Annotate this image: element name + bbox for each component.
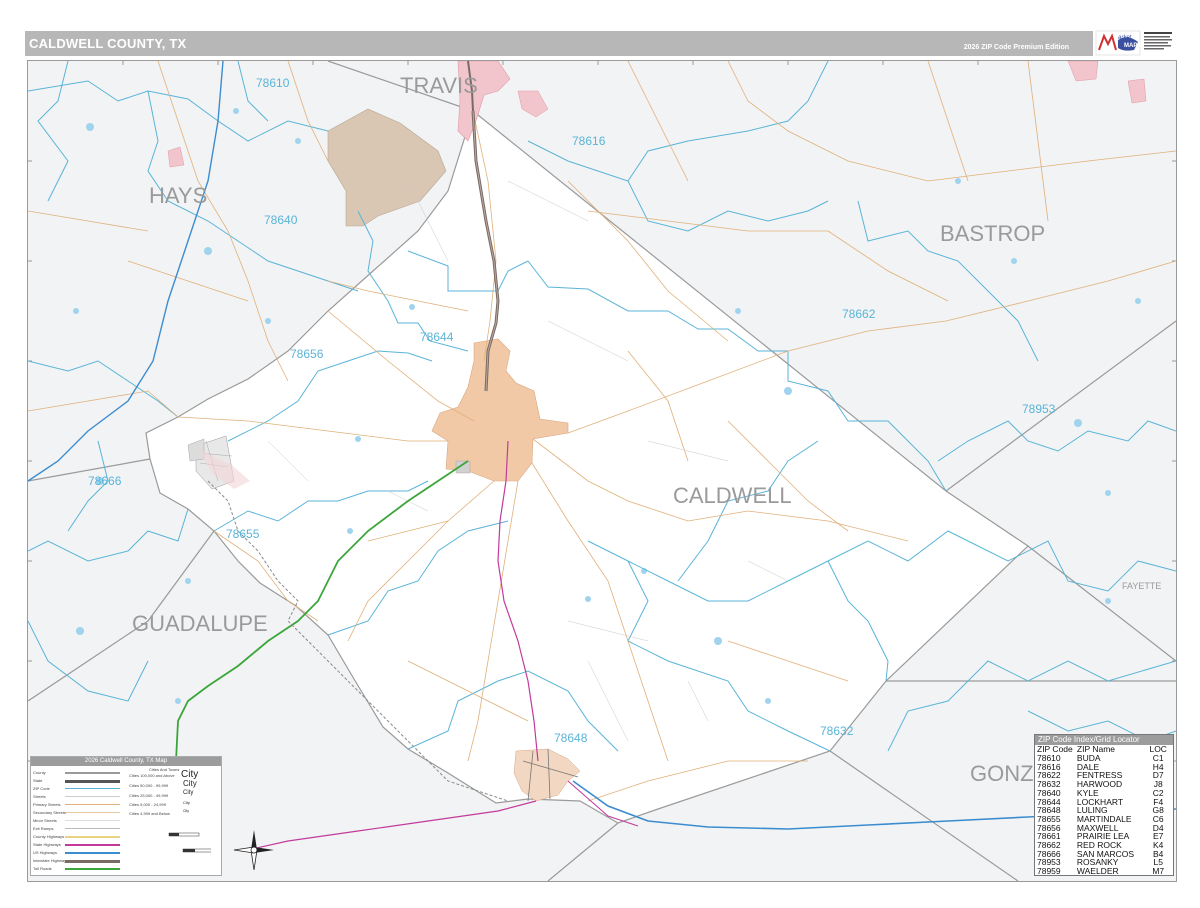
- zip-label-78632: 78632: [820, 724, 854, 738]
- page-title: CALDWELL COUNTY, TX: [29, 36, 187, 51]
- map-legend: 2026 Caldwell County, TX Map Cities And …: [30, 756, 222, 876]
- zip-label-78610: 78610: [256, 76, 290, 90]
- legend-line-secondary: [65, 812, 120, 813]
- legend-city-class-5: Cities 4,999 and Below: [129, 811, 170, 816]
- zip-label-78666: 78666: [88, 474, 122, 488]
- legend-row-secondary: Secondary Streets: [33, 810, 66, 815]
- north-arrow-icon: [233, 830, 274, 871]
- county-label-guadalupe: GUADALUPE: [132, 611, 268, 636]
- logo-icon: arket MAPS: [1095, 30, 1172, 56]
- legend-row-county-hwy: County Highways: [33, 834, 65, 839]
- legend-line-minor: [65, 820, 120, 821]
- title-bar: CALDWELL COUNTY, TX 2026 ZIP Code Premiu…: [25, 31, 1093, 56]
- zip-label-78644: 78644: [420, 330, 454, 344]
- zip-loc-cell: M7: [1152, 866, 1165, 877]
- county-label-caldwell: CALDWELL: [673, 483, 792, 508]
- legend-line-interstate: [65, 860, 120, 863]
- legend-line-county: [65, 772, 120, 774]
- county-label-bastrop: BASTROP: [940, 221, 1046, 246]
- legend-line-primary: [65, 804, 120, 805]
- legend-line-toll: [65, 868, 120, 870]
- legend-row-zip: ZIP Code: [33, 786, 50, 791]
- legend-row-state-hwy: State Highways: [33, 842, 61, 847]
- table-row: 78959 WAELDER M7: [1035, 867, 1173, 876]
- legend-line-exit: [65, 828, 120, 829]
- legend-line-state-hwy: [65, 844, 120, 846]
- svg-text:MAPS: MAPS: [1124, 43, 1141, 49]
- zip-code-index: ZIP Code Index/Grid Locator ZIP Code ZIP…: [1034, 734, 1174, 876]
- zip-label-78616: 78616: [572, 134, 606, 148]
- legend-line-county-hwy: [65, 836, 120, 838]
- legend-line-state: [65, 780, 120, 783]
- map-sheet: CALDWELL COUNTY, TX 2026 ZIP Code Premiu…: [0, 0, 1200, 908]
- zip-label-78655: 78655: [226, 527, 260, 541]
- legend-cities-header: Cities And Towns: [149, 767, 180, 772]
- zip-label-78953: 78953: [1022, 402, 1056, 416]
- legend-city-sample-3: City: [183, 790, 194, 796]
- legend-city-class-4: Cities 5,000 - 24,999: [129, 802, 166, 807]
- county-label-gonzales: GONZ: [970, 761, 1034, 786]
- zip-index-table: ZIP Code ZIP Name LOC 78610 BUDA C1 7861…: [1035, 745, 1173, 876]
- svg-text:arket: arket: [1118, 35, 1132, 41]
- zip-label-78656: 78656: [290, 347, 324, 361]
- legend-row-us-hwy: US Highways: [33, 850, 58, 855]
- county-label-hays: HAYS: [149, 183, 208, 208]
- legend-line-zip: [65, 788, 120, 789]
- zip-label-78662: 78662: [842, 307, 876, 321]
- edition-label: 2026 ZIP Code Premium Edition: [963, 44, 1069, 51]
- legend-city-class-3: Cities 25,000 - 49,999: [129, 793, 169, 798]
- zip-code-cell: 78959: [1037, 866, 1061, 877]
- legend-city-sample-5: City: [183, 809, 190, 813]
- legend-line-us-hwy: [65, 852, 120, 854]
- legend-row-toll: Toll Roads: [33, 866, 52, 871]
- market-maps-logo: arket MAPS: [1094, 28, 1176, 58]
- legend-city-sample-2: City: [183, 779, 197, 788]
- legend-row-interstate: Interstate Highways: [33, 858, 69, 863]
- kyle-urban-area: [327, 108, 447, 227]
- zip-label-78640: 78640: [264, 213, 298, 227]
- legend-row-primary: Primary Streets: [33, 802, 61, 807]
- legend-row-streets: Streets: [33, 794, 46, 799]
- zip-label-78648: 78648: [554, 731, 588, 745]
- legend-row-state: State: [33, 778, 43, 783]
- legend-title: 2026 Caldwell County, TX Map: [31, 757, 221, 766]
- legend-city-sample-4: City: [183, 800, 190, 805]
- legend-city-class-2: Cities 50,000 - 99,999: [129, 783, 169, 788]
- legend-scale-bars: [168, 832, 211, 853]
- legend-city-class-1: Cities 100,000 and Above: [129, 773, 175, 778]
- county-label-travis: TRAVIS: [400, 73, 478, 98]
- zip-name-cell: WAELDER: [1076, 866, 1119, 877]
- county-label-fayette: FAYETTE: [1122, 581, 1162, 591]
- legend-row-minor: Minor Streets: [33, 818, 57, 823]
- legend-row-county: County: [33, 770, 46, 775]
- legend-line-streets: [65, 796, 120, 797]
- legend-row-exit: Exit Ramps: [33, 826, 54, 831]
